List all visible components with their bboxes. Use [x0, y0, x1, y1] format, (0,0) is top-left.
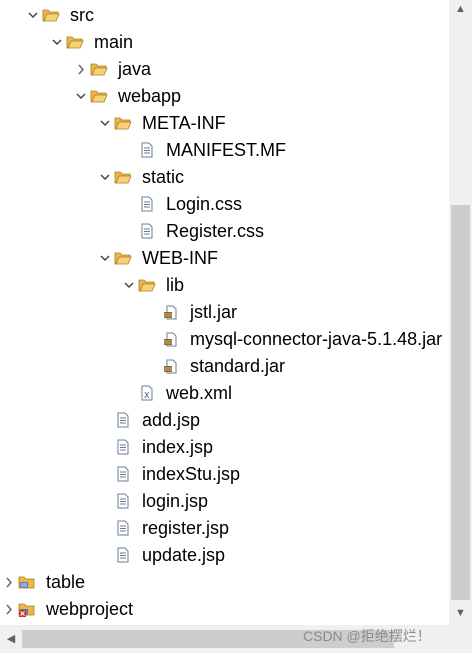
- text-file-icon: [138, 222, 156, 240]
- tree-item-label: webproject: [46, 599, 134, 619]
- jsp-file-icon: [114, 411, 132, 429]
- folder-icon: [90, 87, 108, 105]
- jsp-file-icon: [114, 465, 132, 483]
- tree-item-web-xml[interactable]: Xweb.xml: [0, 380, 449, 407]
- tree-item-indexstu-jsp[interactable]: indexStu.jsp: [0, 461, 449, 488]
- tree-item-label: web.xml: [166, 383, 233, 403]
- chevron-down-icon[interactable]: [122, 272, 136, 299]
- tree-item-add-jsp[interactable]: add.jsp: [0, 407, 449, 434]
- folder-icon: [114, 114, 132, 132]
- project-icon: [18, 573, 36, 591]
- folder-icon: [66, 33, 84, 51]
- tree-item-web-inf[interactable]: WEB-INF: [0, 245, 449, 272]
- watermark: CSDN @拒绝摆烂！: [303, 628, 431, 644]
- jsp-file-icon: [114, 519, 132, 537]
- tree-item-label: lib: [166, 275, 185, 295]
- tree-item-label: webapp: [118, 86, 182, 106]
- tree-item-manifest-mf[interactable]: MANIFEST.MF: [0, 137, 449, 164]
- jar-file-icon: [162, 357, 180, 375]
- tree-item-meta-inf[interactable]: META-INF: [0, 110, 449, 137]
- jsp-file-icon: [114, 492, 132, 510]
- tree-item-java[interactable]: java: [0, 56, 449, 83]
- tree-item-label: update.jsp: [142, 545, 226, 565]
- tree-item-table[interactable]: table: [0, 569, 449, 596]
- tree-item-label: main: [94, 32, 134, 52]
- jar-file-icon: [162, 330, 180, 348]
- svg-text:X: X: [144, 391, 150, 400]
- chevron-down-icon[interactable]: [98, 245, 112, 272]
- tree-item-main[interactable]: main: [0, 29, 449, 56]
- project-explorer-tree: src main java webapp META-INF MANIFEST.MF stat…: [0, 0, 449, 625]
- tree-item-label: WEB-INF: [142, 248, 218, 268]
- folder-icon: [138, 276, 156, 294]
- tree-item-label: Login.css: [166, 194, 243, 214]
- chevron-right-icon[interactable]: [2, 569, 16, 596]
- xml-file-icon: X: [138, 384, 156, 402]
- tree-item-register-jsp[interactable]: register.jsp: [0, 515, 449, 542]
- tree-item-label: add.jsp: [142, 410, 201, 430]
- tree-item-label: src: [70, 5, 94, 25]
- chevron-down-icon[interactable]: [74, 83, 88, 110]
- tree-item-mysql-connector-jar[interactable]: mysql-connector-java-5.1.48.jar: [0, 326, 449, 353]
- tree-item-register-css[interactable]: Register.css: [0, 218, 449, 245]
- tree-item-webapp[interactable]: webapp: [0, 83, 449, 110]
- scroll-down-icon[interactable]: ▼: [449, 603, 472, 623]
- tree-item-update-jsp[interactable]: update.jsp: [0, 542, 449, 569]
- tree-item-label: table: [46, 572, 86, 592]
- vertical-scrollbar[interactable]: ▲ ▼: [449, 0, 472, 625]
- chevron-down-icon[interactable]: [50, 29, 64, 56]
- jsp-file-icon: [114, 438, 132, 456]
- folder-icon: [114, 249, 132, 267]
- tree-item-label: register.jsp: [142, 518, 230, 538]
- tree-item-jstl-jar[interactable]: jstl.jar: [0, 299, 449, 326]
- tree-item-label: Register.css: [166, 221, 265, 241]
- tree-item-label: java: [118, 59, 152, 79]
- chevron-down-icon[interactable]: [26, 2, 40, 29]
- text-file-icon: [138, 141, 156, 159]
- tree-item-standard-jar[interactable]: standard.jar: [0, 353, 449, 380]
- tree-item-label: mysql-connector-java-5.1.48.jar: [190, 329, 443, 349]
- jar-file-icon: [162, 303, 180, 321]
- tree-item-login-css[interactable]: Login.css: [0, 191, 449, 218]
- tree-item-label: static: [142, 167, 185, 187]
- text-file-icon: [138, 195, 156, 213]
- tree-item-src[interactable]: src: [0, 2, 449, 29]
- tree-item-label: login.jsp: [142, 491, 209, 511]
- chevron-right-icon[interactable]: [74, 56, 88, 83]
- scrollbar-corner: [449, 625, 472, 653]
- tree-item-label: standard.jar: [190, 356, 286, 376]
- chevron-right-icon[interactable]: [2, 596, 16, 623]
- tree-item-index-jsp[interactable]: index.jsp: [0, 434, 449, 461]
- scroll-left-icon[interactable]: ◀: [2, 629, 20, 649]
- jsp-file-icon: [114, 546, 132, 564]
- tree-item-static[interactable]: static: [0, 164, 449, 191]
- scroll-up-icon[interactable]: ▲: [449, 0, 472, 18]
- tree-item-label: index.jsp: [142, 437, 214, 457]
- tree-item-label: MANIFEST.MF: [166, 140, 286, 160]
- folder-icon: [114, 168, 132, 186]
- tree-item-login-jsp[interactable]: login.jsp: [0, 488, 449, 515]
- tree-item-webproject[interactable]: webproject: [0, 596, 449, 623]
- tree-item-label: jstl.jar: [190, 302, 238, 322]
- open-folder-icon: [42, 6, 60, 24]
- chevron-down-icon[interactable]: [98, 164, 112, 191]
- tree-item-label: META-INF: [142, 113, 226, 133]
- folder-icon: [90, 60, 108, 78]
- tree-item-label: indexStu.jsp: [142, 464, 241, 484]
- chevron-down-icon[interactable]: [98, 110, 112, 137]
- tree-item-lib[interactable]: lib: [0, 272, 449, 299]
- vertical-scroll-thumb[interactable]: [451, 205, 470, 600]
- project-error-icon: [18, 600, 36, 618]
